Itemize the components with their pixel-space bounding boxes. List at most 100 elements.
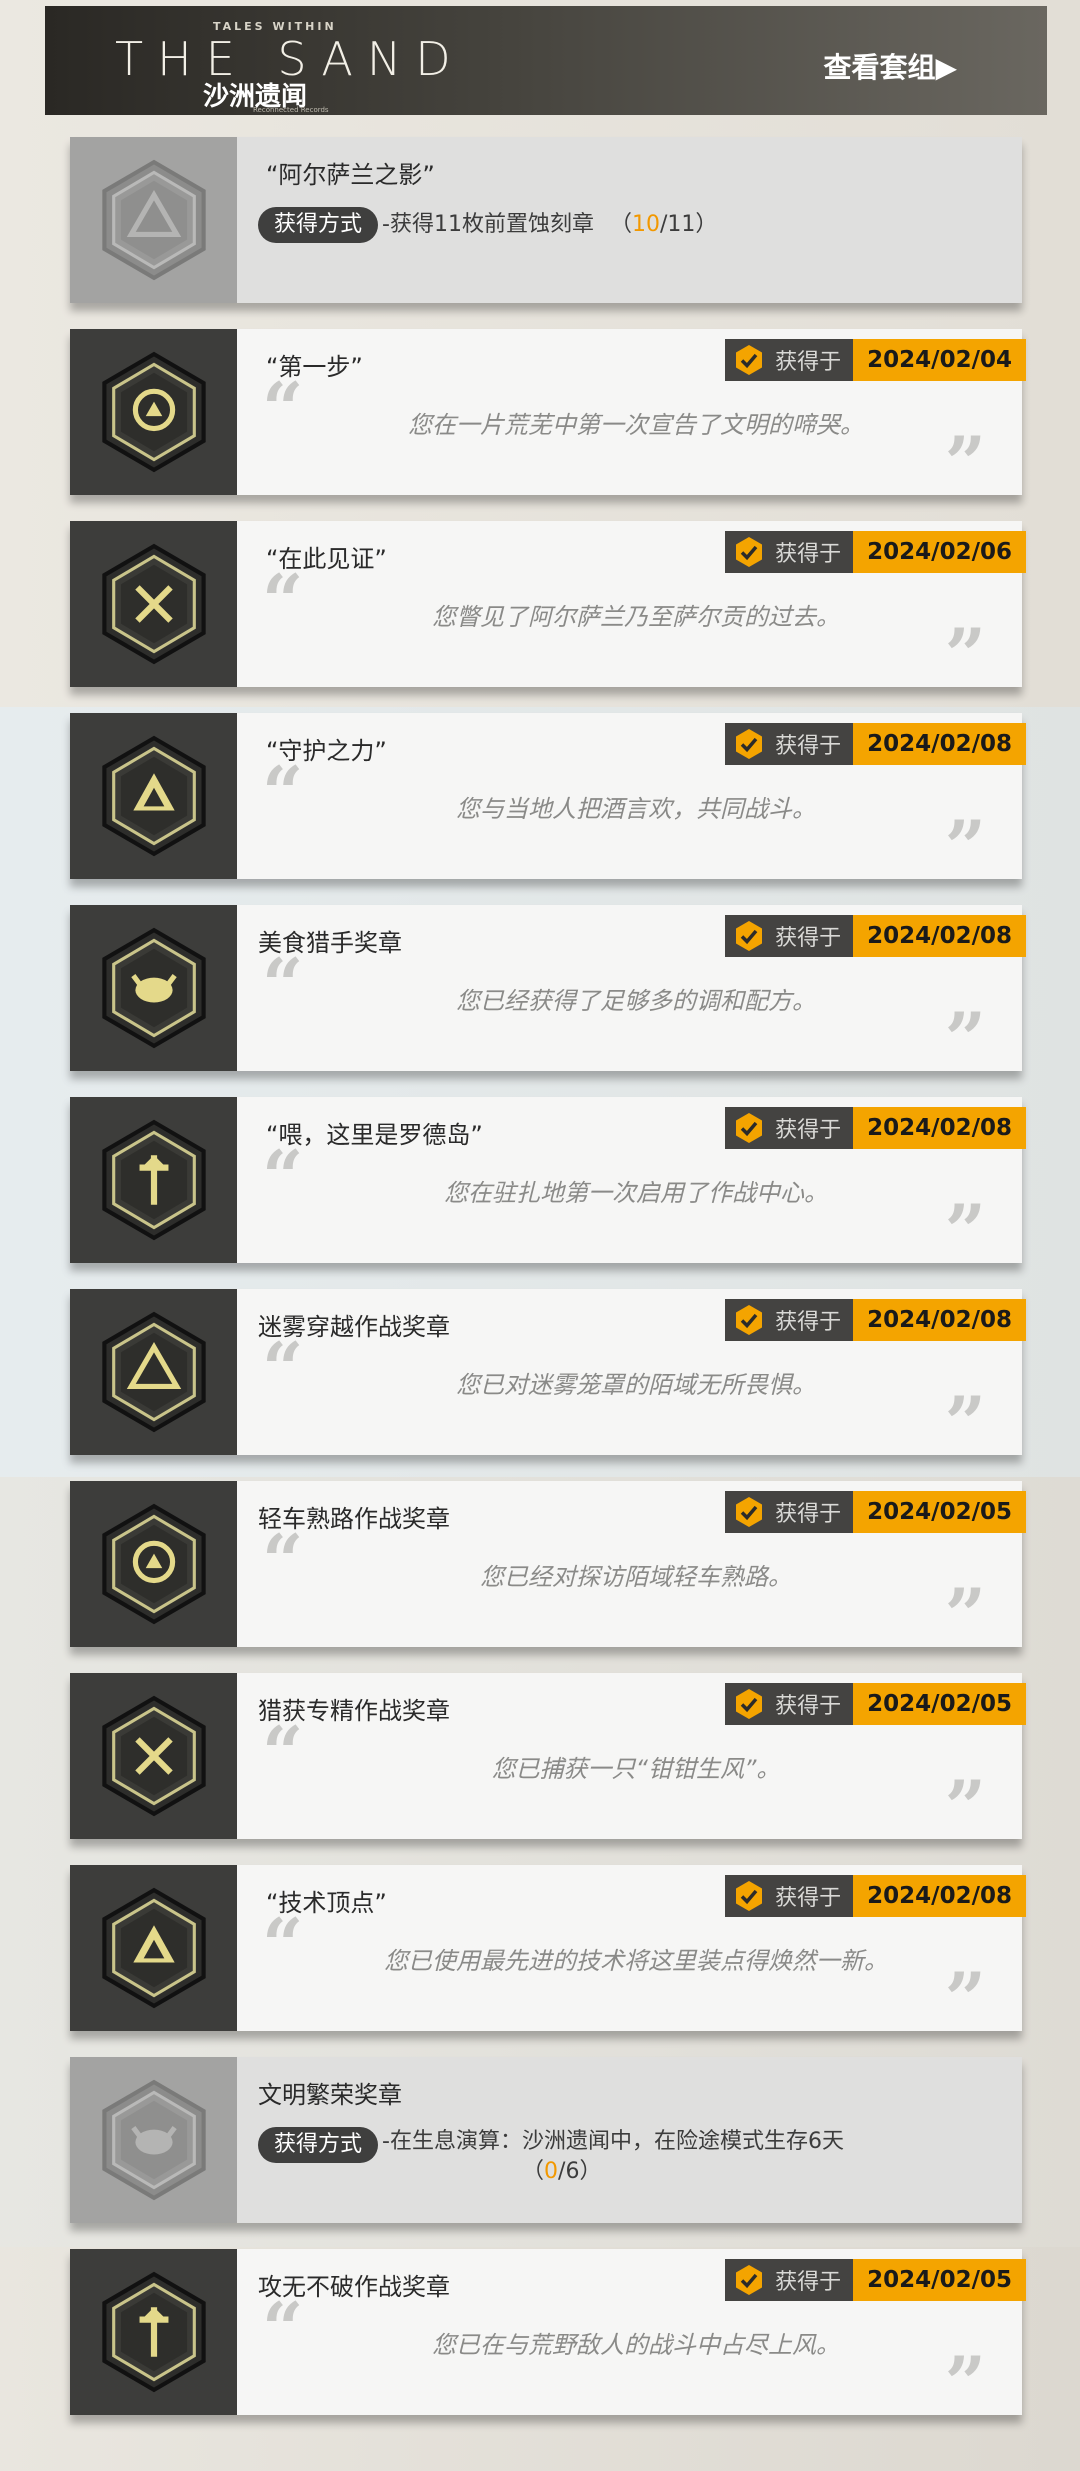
obtained-date: 2024/02/08	[853, 1299, 1026, 1341]
progress-open-paren: （	[609, 212, 632, 237]
obtained-date: 2024/02/08	[853, 723, 1026, 765]
obtained-label-box: 获得于	[725, 2259, 854, 2301]
obtained-date-badge: 获得于 2024/02/08	[725, 915, 1026, 957]
medal-thumbnail	[70, 329, 237, 495]
medal-thumbnail	[70, 1289, 237, 1455]
medal-card[interactable]: “阿尔萨兰之影” 获得方式 -获得11枚前置蚀刻章 （10/11）	[70, 137, 1022, 303]
obtain-method-description: -获得11枚前置蚀刻章	[382, 212, 594, 237]
food-hunter-medal-icon	[92, 926, 216, 1050]
medal-thumbnail	[70, 521, 237, 687]
medal-description: 您已在与荒野敌人的战斗中占尽上风。	[432, 2331, 840, 2359]
obtained-date: 2024/02/06	[853, 531, 1026, 573]
obtained-date-badge: 获得于 2024/02/05	[725, 1491, 1026, 1533]
obtained-date: 2024/02/05	[853, 1491, 1026, 1533]
obtained-label-box: 获得于	[725, 915, 854, 957]
obtain-progress: （10/11）	[610, 212, 717, 237]
medal-card[interactable]: 美食猎手奖章 “” 您已经获得了足够多的调和配方。 获得于 2024/02/08	[70, 905, 1026, 1075]
obtained-date-badge: 获得于 2024/02/05	[725, 2259, 1026, 2301]
obtained-date-badge: 获得于 2024/02/08	[725, 1299, 1026, 1341]
medal-card[interactable]: “第一步” “” 您在一片荒芜中第一次宣告了文明的啼哭。 获得于 2024/02/04	[70, 329, 1026, 499]
check-icon	[736, 1689, 763, 1719]
medal-description: 您已使用最先进的技术将这里装点得焕然一新。	[384, 1947, 888, 1975]
medal-card[interactable]: 攻无不破作战奖章 “” 您已在与荒野敌人的战斗中占尽上风。 获得于 2024/02/05	[70, 2249, 1026, 2419]
progress-current: 0	[544, 2159, 559, 2184]
mist-traverser-medal-icon	[92, 1310, 216, 1434]
medal-title: “阿尔萨兰之影”	[266, 161, 435, 189]
medal-card[interactable]: “在此见证” “” 您瞥见了阿尔萨兰乃至萨尔贡的过去。 获得于 2024/02/06	[70, 521, 1026, 691]
medal-thumbnail	[70, 1673, 237, 1839]
obtained-label: 获得于	[775, 1886, 842, 1911]
event-banner: TALES WITHIN THE SAND 沙洲遗闻 Reconnected R…	[45, 6, 1047, 115]
medal-thumbnail	[70, 905, 237, 1071]
obtained-date: 2024/02/08	[853, 915, 1026, 957]
obtain-method-pill: 获得方式	[258, 2127, 379, 2163]
invincible-medal-icon	[92, 2270, 216, 2394]
obtained-date-badge: 获得于 2024/02/08	[725, 1875, 1026, 1917]
medal-description: 您已经对探访陌域轻车熟路。	[480, 1563, 792, 1591]
medal-thumbnail	[70, 1865, 237, 2031]
obtained-label-box: 获得于	[725, 1299, 854, 1341]
check-icon	[736, 537, 763, 567]
view-set-button[interactable]: 查看套组▶	[823, 46, 957, 86]
obtained-label-box: 获得于	[725, 1875, 854, 1917]
obtained-date: 2024/02/08	[853, 1107, 1026, 1149]
event-logo-sub: Reconnected Records	[253, 106, 329, 114]
tech-peak-medal-icon	[92, 1886, 216, 2010]
obtained-label: 获得于	[775, 1310, 842, 1335]
medal-card[interactable]: “守护之力” “” 您与当地人把酒言欢，共同战斗。 获得于 2024/02/08	[70, 713, 1026, 883]
obtained-label-box: 获得于	[725, 1491, 854, 1533]
obtained-date-badge: 获得于 2024/02/08	[725, 723, 1026, 765]
obtained-label-box: 获得于	[725, 723, 854, 765]
progress-total: /6）	[558, 2159, 602, 2184]
medal-thumbnail	[70, 2057, 237, 2223]
medal-card[interactable]: 文明繁荣奖章获得方式 -在生息演算：沙洲遗闻中，在险途模式生存6天 （0/6）	[70, 2057, 1022, 2223]
medal-description: 您在驻扎地第一次启用了作战中心。	[444, 1179, 828, 1207]
check-icon	[736, 729, 763, 759]
obtained-label: 获得于	[775, 1694, 842, 1719]
medal-description: 您瞥见了阿尔萨兰乃至萨尔贡的过去。	[432, 603, 840, 631]
medal-description: 您与当地人把酒言欢，共同战斗。	[456, 795, 816, 823]
obtained-label: 获得于	[775, 542, 842, 567]
check-icon	[736, 921, 763, 951]
medal-card[interactable]: “技术顶点” “” 您已使用最先进的技术将这里装点得焕然一新。 获得于 2024/02/…	[70, 1865, 1026, 2035]
check-icon	[736, 345, 763, 375]
obtained-date-badge: 获得于 2024/02/08	[725, 1107, 1026, 1149]
obtain-method-row: 获得方式 -在生息演算：沙洲遗闻中，在险途模式生存6天 （0/6）	[258, 2127, 844, 2187]
triangle-mountain-medal-icon	[92, 158, 216, 282]
medal-thumbnail	[70, 137, 237, 303]
medal-description: 您已捕获一只“钳钳生风”。	[491, 1755, 781, 1783]
progress-total: /11）	[659, 212, 718, 237]
obtained-date: 2024/02/04	[853, 339, 1026, 381]
witness-bearer-medal-icon	[92, 542, 216, 666]
medal-card[interactable]: “喂，这里是罗德岛” “” 您在驻扎地第一次启用了作战中心。 获得于 2024/02/0…	[70, 1097, 1026, 1267]
check-icon	[736, 1881, 763, 1911]
medal-card[interactable]: 迷雾穿越作战奖章 “” 您已对迷雾笼罩的陌域无所畏惧。 获得于 2024/02/08	[70, 1289, 1026, 1459]
obtained-label-box: 获得于	[725, 1683, 854, 1725]
obtained-label: 获得于	[775, 1118, 842, 1143]
obtained-label: 获得于	[775, 926, 842, 951]
obtain-method-row: 获得方式 -获得11枚前置蚀刻章 （10/11）	[258, 207, 717, 243]
obtained-label: 获得于	[775, 2270, 842, 2295]
obtained-label-box: 获得于	[725, 1107, 854, 1149]
medal-thumbnail	[70, 1481, 237, 1647]
check-icon	[736, 1305, 763, 1335]
medal-card[interactable]: 猎获专精作战奖章 “” 您已捕获一只“钳钳生风”。 获得于 2024/02/05	[70, 1673, 1026, 1843]
obtained-date: 2024/02/05	[853, 1683, 1026, 1725]
medal-title: 文明繁荣奖章	[258, 2081, 402, 2109]
medal-description: 您在一片荒芜中第一次宣告了文明的啼哭。	[408, 411, 864, 439]
obtained-date: 2024/02/05	[853, 2259, 1026, 2301]
obtained-date-badge: 获得于 2024/02/04	[725, 339, 1026, 381]
check-icon	[736, 2265, 763, 2295]
check-icon	[736, 1497, 763, 1527]
obtained-label-box: 获得于	[725, 531, 854, 573]
progress-open-paren: （	[522, 2159, 545, 2184]
medal-card[interactable]: 轻车熟路作战奖章 “” 您已经对探访陌域轻车熟路。 获得于 2024/02/05	[70, 1481, 1026, 1651]
crab-hunt-medal-icon	[92, 1694, 216, 1818]
obtain-method-text: -在生息演算：沙洲遗闻中，在险途模式生存6天 （0/6）	[382, 2127, 844, 2187]
obtain-progress: （0/6）	[522, 2159, 601, 2184]
check-icon	[736, 1113, 763, 1143]
medal-description: 您已对迷雾笼罩的陌域无所畏惧。	[456, 1371, 816, 1399]
civilization-prosperity-medal-icon	[92, 2078, 216, 2202]
medal-thumbnail	[70, 1097, 237, 1263]
obtain-method-text: -获得11枚前置蚀刻章 （10/11）	[382, 207, 717, 243]
